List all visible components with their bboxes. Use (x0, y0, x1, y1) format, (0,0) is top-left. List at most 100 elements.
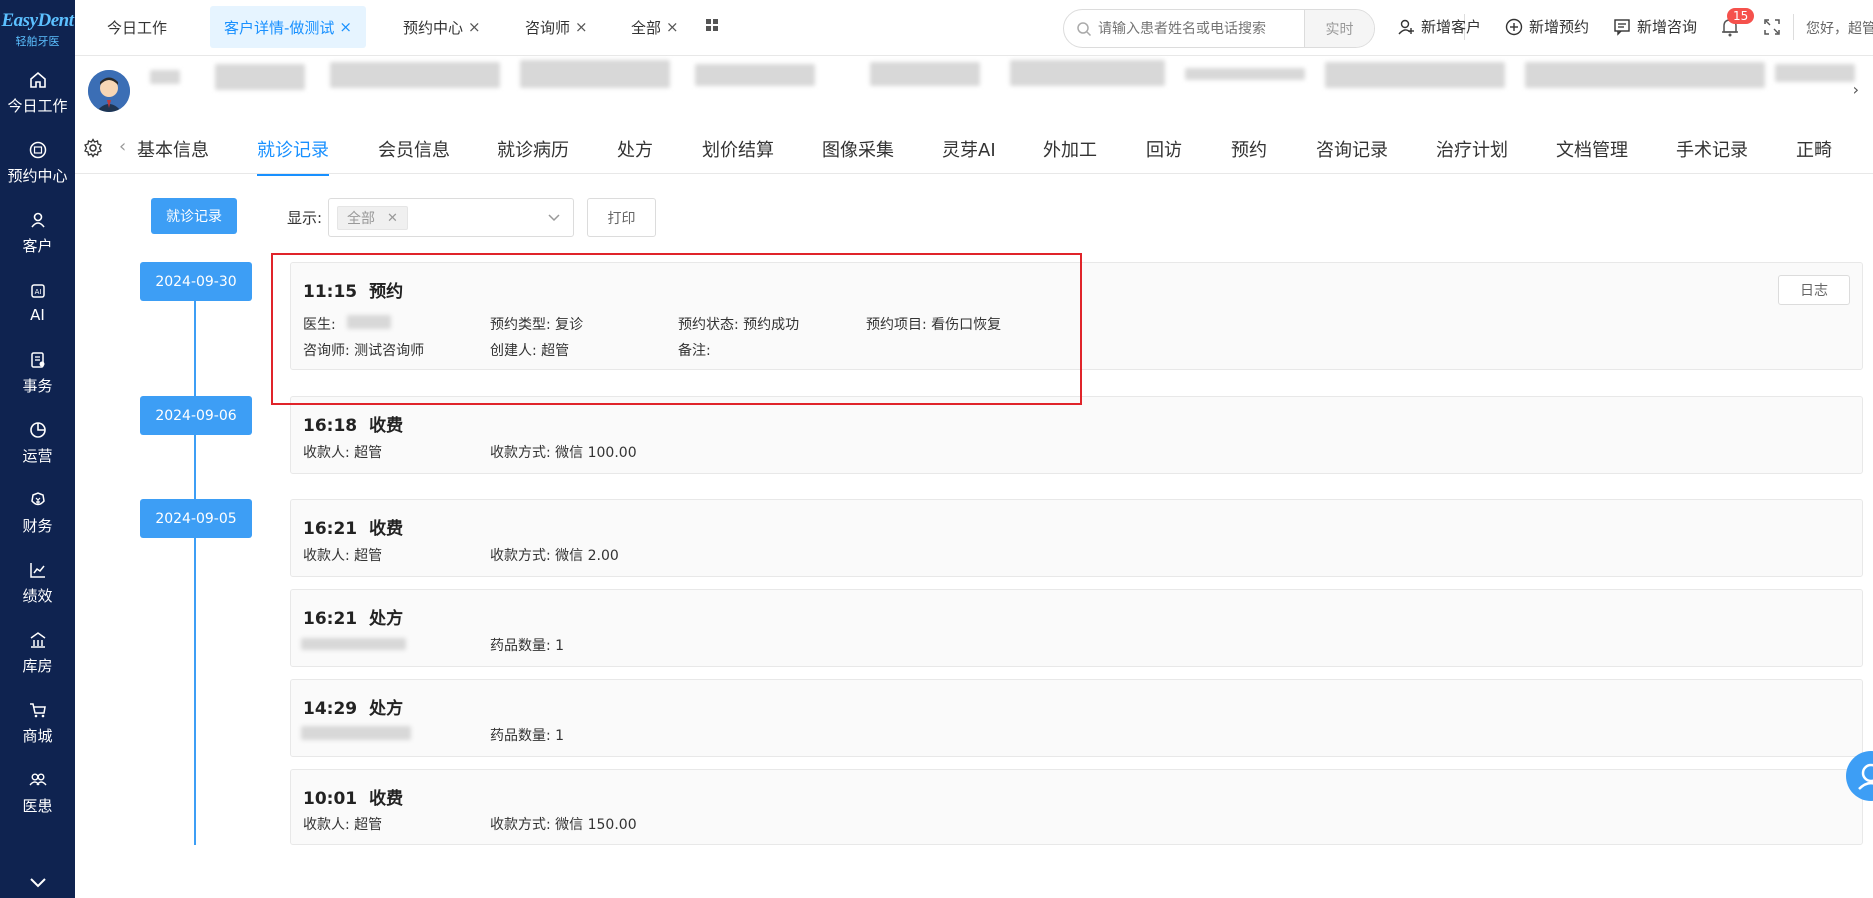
sidebar-item-label: 库房 (22, 656, 53, 675)
subtab-orthodontics[interactable]: 正畸 (1796, 136, 1832, 162)
redacted-text (150, 70, 180, 84)
show-label: 显示: (287, 209, 323, 227)
print-button[interactable]: 打印 (587, 198, 656, 237)
floating-assistant-button[interactable] (1846, 751, 1873, 801)
sidebar-item-warehouse[interactable]: 库房 (0, 618, 75, 688)
subtab-imaging[interactable]: 图像采集 (822, 136, 894, 162)
close-icon[interactable]: × (339, 18, 352, 36)
record-type-select[interactable]: 全部 ✕ (328, 198, 574, 237)
subtab-member-info[interactable]: 会员信息 (378, 136, 450, 162)
sidebar-item-tasks[interactable]: 事务 (0, 338, 75, 408)
sidebar-item-performance[interactable]: 绩效 (0, 548, 75, 618)
record-header: 16:21 处方 (303, 604, 403, 629)
sidebar-item-doctor-patient[interactable]: 医患 (0, 758, 75, 828)
customer-service-icon (1858, 763, 1873, 790)
log-button[interactable]: 日志 (1778, 275, 1850, 305)
tab-all[interactable]: 全部 × (631, 6, 679, 48)
sidebar-item-mall[interactable]: 商城 (0, 688, 75, 758)
sidebar-item-customers[interactable]: 客户 (0, 198, 75, 268)
visit-records-button[interactable]: 就诊记录 (151, 198, 237, 234)
subtab-billing[interactable]: 划价结算 (702, 136, 774, 162)
grid-menu-icon[interactable] (706, 19, 718, 31)
tab-today[interactable]: 今日工作 (107, 6, 167, 48)
redacted-text (1775, 64, 1855, 82)
avatar-image (88, 70, 130, 112)
close-icon[interactable]: × (575, 18, 588, 36)
brand-logo[interactable]: EasyDent 轻舶牙医 (0, 0, 75, 58)
user-icon (30, 212, 45, 228)
record-time: 16:18 (303, 416, 358, 436)
sidebar-scroll-down[interactable] (0, 868, 75, 898)
sidebar-item-appointments[interactable]: 预约中心 (0, 128, 75, 198)
record-header: 11:15 预约 (303, 277, 403, 302)
subtab-surgery-records[interactable]: 手术记录 (1676, 136, 1748, 162)
record-kind: 处方 (369, 609, 404, 629)
chevron-left-icon[interactable]: ‹ (119, 136, 126, 157)
charge-record-card[interactable]: 16:21 收费 收款人: 超管 收款方式: 微信 2.00 (290, 499, 1863, 577)
payee: 收款人: 超管 (303, 545, 382, 565)
subtab-lingya-ai[interactable]: 灵芽AI (942, 136, 996, 162)
brand-subtitle: 轻舶牙医 (15, 34, 60, 48)
subtab-consult-records[interactable]: 咨询记录 (1316, 136, 1388, 162)
date-badge: 2024-09-05 (140, 499, 252, 538)
chevron-right-icon[interactable]: › (1853, 80, 1859, 99)
field-value: 预约成功 (743, 317, 800, 333)
sidebar-item-today[interactable]: 今日工作 (0, 58, 75, 128)
new-customer-button[interactable]: 新增客户 (1397, 16, 1481, 37)
consultant: 咨询师: 测试咨询师 (303, 340, 424, 360)
subtab-outsourcing[interactable]: 外加工 (1043, 136, 1097, 162)
subtab-appointment[interactable]: 预约 (1231, 136, 1267, 162)
sidebar-item-finance[interactable]: 财务 (0, 478, 75, 548)
field-label: 药品数量: (490, 638, 551, 654)
field-value: 超管 (354, 817, 383, 833)
tab-customer-detail[interactable]: 客户详情-做测试 × (210, 6, 366, 48)
redacted-text (1185, 68, 1305, 80)
charge-record-card[interactable]: 16:18 收费 收款人: 超管 收款方式: 微信 100.00 (290, 396, 1863, 474)
field-label: 预约项目: (866, 317, 927, 333)
user-greeting[interactable]: 您好，超管 (1806, 18, 1873, 38)
field-value: 1 (555, 638, 565, 654)
subtab-follow-up[interactable]: 回访 (1146, 136, 1182, 162)
sidebar-item-label: 预约中心 (7, 166, 68, 185)
subtab-treatment-plan[interactable]: 治疗计划 (1436, 136, 1508, 162)
payment-method: 收款方式: 微信 150.00 (490, 814, 637, 834)
prescription-record-card[interactable]: 14:29 处方 药品数量: 1 (290, 679, 1863, 757)
record-kind: 收费 (369, 519, 404, 539)
sidebar-item-label: 医患 (22, 796, 53, 815)
subtab-documents[interactable]: 文档管理 (1556, 136, 1628, 162)
record-time: 16:21 (303, 519, 358, 539)
tab-label: 客户详情-做测试 (224, 18, 335, 37)
prescription-record-card[interactable]: 16:21 处方 药品数量: 1 (290, 589, 1863, 667)
gear-icon[interactable] (83, 138, 103, 158)
charge-record-card[interactable]: 10:01 收费 收款人: 超管 收款方式: 微信 150.00 (290, 769, 1863, 845)
ai-chip-icon: AI (30, 284, 45, 298)
search-input[interactable] (1092, 20, 1304, 37)
tab-consultant[interactable]: 咨询师 × (525, 6, 588, 48)
tag-close-icon[interactable]: ✕ (387, 211, 398, 226)
svg-text:AI: AI (34, 288, 41, 296)
subtab-visit-records[interactable]: 就诊记录 (257, 136, 329, 176)
sidebar-item-operations[interactable]: 运营 (0, 408, 75, 478)
subtab-medical-records[interactable]: 就诊病历 (497, 136, 569, 162)
search-mode-button[interactable]: 实时 (1304, 10, 1374, 47)
subtab-prescription[interactable]: 处方 (617, 136, 653, 162)
redacted-text (520, 60, 670, 88)
sidebar-item-ai[interactable]: AI AI (0, 268, 75, 338)
subtab-basic-info[interactable]: 基本信息 (137, 136, 209, 162)
add-user-icon (1398, 19, 1414, 34)
record-kind: 收费 (369, 789, 404, 809)
add-clock-icon (1505, 18, 1523, 35)
close-icon[interactable]: × (666, 18, 679, 36)
avatar[interactable] (88, 70, 130, 112)
new-consult-label: 新增咨询 (1637, 18, 1698, 36)
task-icon (30, 351, 44, 368)
appointment-record-card[interactable]: 11:15 预约 医生: 预约类型: 复诊 预约状态: 预约成功 预约项目: 看伤… (290, 262, 1863, 370)
close-icon[interactable]: × (468, 18, 481, 36)
fullscreen-icon[interactable] (1763, 18, 1781, 36)
tab-appointment-center[interactable]: 预约中心 × (403, 6, 481, 48)
new-consult-button[interactable]: 新增咨询 (1613, 16, 1697, 37)
tag-label: 全部 (347, 211, 375, 227)
patient-search: 实时 (1063, 9, 1375, 48)
new-appointment-button[interactable]: 新增预约 (1505, 16, 1589, 37)
record-header: 16:18 收费 (303, 411, 403, 436)
